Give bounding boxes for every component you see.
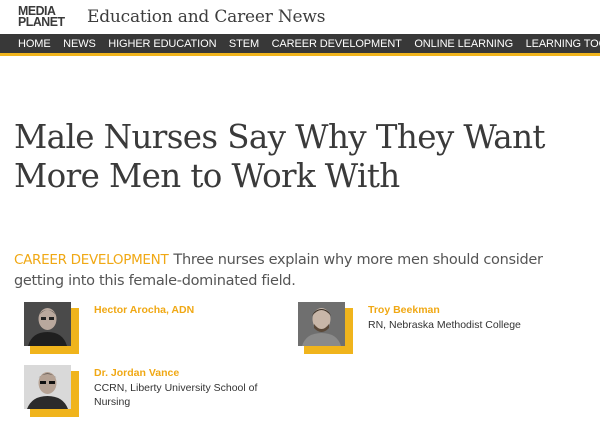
- author-name[interactable]: Hector Arocha, ADN: [94, 304, 194, 316]
- nav-item-career-development[interactable]: CAREER DEVELOPMENT: [272, 38, 402, 50]
- author-photo-frame: [24, 365, 79, 417]
- author-name[interactable]: Dr. Jordan Vance: [94, 367, 179, 379]
- nav-item-news[interactable]: NEWS: [63, 38, 96, 50]
- article-headline: Male Nurses Say Why They Want More Men t…: [14, 118, 545, 195]
- author-photo[interactable]: [298, 302, 345, 346]
- logo-line-2: PLANET: [18, 14, 65, 29]
- author-photo-frame: [24, 302, 79, 354]
- avatar-portrait-icon: [24, 302, 71, 346]
- nav-item-online-learning[interactable]: ONLINE LEARNING: [414, 38, 513, 50]
- category-link[interactable]: CAREER DEVELOPMENT: [14, 252, 169, 268]
- media-planet-logo[interactable]: MEDIA PLANET: [18, 4, 65, 29]
- avatar-portrait-icon: [298, 302, 345, 346]
- nav-item-higher-education[interactable]: HIGHER EDUCATION: [108, 38, 216, 50]
- author-photo-frame: [298, 302, 353, 354]
- author-role: RN, Nebraska Methodist College: [368, 319, 521, 331]
- article-deck: CAREER DEVELOPMENT Three nurses explain w…: [14, 250, 589, 292]
- nav-item-stem[interactable]: STEM: [229, 38, 259, 50]
- avatar-portrait-icon: [24, 365, 71, 409]
- masthead: MEDIA PLANET Education and Career News: [0, 0, 600, 34]
- author-photo[interactable]: [24, 302, 71, 346]
- nav-item-home[interactable]: HOME: [18, 38, 51, 50]
- author-name[interactable]: Troy Beekman: [368, 304, 440, 316]
- main-nav: HOME NEWS HIGHER EDUCATION STEM CAREER D…: [0, 34, 600, 56]
- author-photo[interactable]: [24, 365, 71, 409]
- nav-item-learning-tools[interactable]: LEARNING TOOLS: [526, 38, 600, 50]
- site-title[interactable]: Education and Career News: [87, 7, 325, 27]
- nav-list: HOME NEWS HIGHER EDUCATION STEM CAREER D…: [0, 34, 600, 53]
- author-role: CCRN, Liberty University School of Nursi…: [94, 382, 258, 408]
